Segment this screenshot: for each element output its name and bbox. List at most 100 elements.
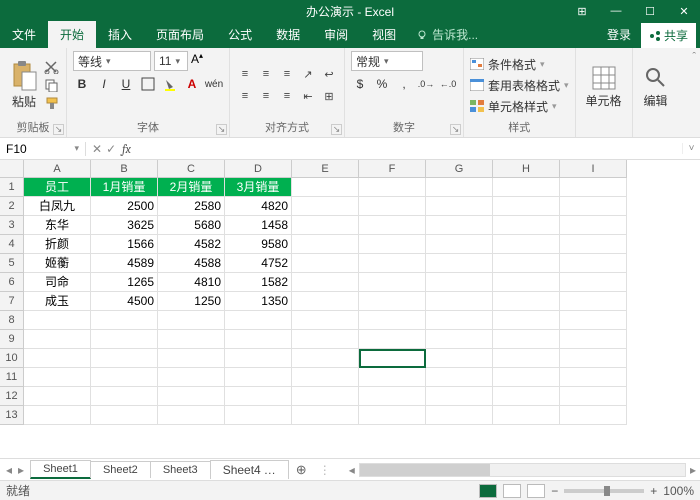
cell-C5[interactable]: 4588: [158, 254, 225, 273]
cell-G1[interactable]: [426, 178, 493, 197]
cell-B9[interactable]: [91, 330, 158, 349]
zoom-slider[interactable]: [564, 489, 644, 493]
cell-E10[interactable]: [292, 349, 359, 368]
cell-H13[interactable]: [493, 406, 560, 425]
phonetic-button[interactable]: wén: [205, 75, 223, 93]
comma-format-icon[interactable]: ,: [395, 75, 413, 93]
close-button[interactable]: ✕: [668, 0, 700, 22]
paste-button[interactable]: 粘贴: [6, 58, 42, 112]
align-middle-icon[interactable]: ≡: [257, 64, 275, 84]
login-link[interactable]: 登录: [597, 21, 641, 48]
cell-A5[interactable]: 姬蘅: [24, 254, 91, 273]
cell-B13[interactable]: [91, 406, 158, 425]
tab-data[interactable]: 数据: [264, 21, 312, 48]
row-header-12[interactable]: 12: [0, 387, 24, 406]
cell-G5[interactable]: [426, 254, 493, 273]
collapse-ribbon-button[interactable]: ˆ: [688, 48, 700, 137]
cell-G3[interactable]: [426, 216, 493, 235]
cell-C9[interactable]: [158, 330, 225, 349]
cut-icon[interactable]: [44, 60, 60, 74]
cell-I9[interactable]: [560, 330, 627, 349]
cell-F12[interactable]: [359, 387, 426, 406]
wrap-text-icon[interactable]: ↩: [320, 64, 338, 84]
merge-cells-icon[interactable]: ⊞: [320, 86, 338, 106]
cell-H8[interactable]: [493, 311, 560, 330]
cell-I13[interactable]: [560, 406, 627, 425]
zoom-out-button[interactable]: −: [551, 484, 558, 498]
cell-G4[interactable]: [426, 235, 493, 254]
col-header-F[interactable]: F: [359, 160, 426, 178]
cell-F10[interactable]: [359, 349, 426, 368]
row-header-8[interactable]: 8: [0, 311, 24, 330]
col-header-H[interactable]: H: [493, 160, 560, 178]
cell-B10[interactable]: [91, 349, 158, 368]
borders-button[interactable]: [139, 75, 157, 93]
increase-decimal-icon[interactable]: .0→: [417, 75, 435, 93]
cell-H5[interactable]: [493, 254, 560, 273]
sheet-tab-3[interactable]: Sheet3: [150, 461, 211, 478]
cell-F6[interactable]: [359, 273, 426, 292]
cell-H12[interactable]: [493, 387, 560, 406]
cell-D3[interactable]: 1458: [225, 216, 292, 235]
cell-G7[interactable]: [426, 292, 493, 311]
cell-I6[interactable]: [560, 273, 627, 292]
cell-C8[interactable]: [158, 311, 225, 330]
cell-I3[interactable]: [560, 216, 627, 235]
cell-G6[interactable]: [426, 273, 493, 292]
cell-F1[interactable]: [359, 178, 426, 197]
cell-A8[interactable]: [24, 311, 91, 330]
cell-E6[interactable]: [292, 273, 359, 292]
cell-H7[interactable]: [493, 292, 560, 311]
align-top-icon[interactable]: ≡: [236, 64, 254, 84]
sheet-tab-4[interactable]: Sheet4 …: [210, 460, 289, 479]
cells-button[interactable]: 单元格: [582, 63, 626, 111]
tab-layout[interactable]: 页面布局: [144, 21, 216, 48]
cell-B11[interactable]: [91, 368, 158, 387]
accounting-format-icon[interactable]: $: [351, 75, 369, 93]
cell-D2[interactable]: 4820: [225, 197, 292, 216]
cell-H10[interactable]: [493, 349, 560, 368]
cell-G2[interactable]: [426, 197, 493, 216]
row-header-2[interactable]: 2: [0, 197, 24, 216]
view-page-break-button[interactable]: [527, 484, 545, 498]
cell-E3[interactable]: [292, 216, 359, 235]
align-center-icon[interactable]: ≡: [257, 86, 275, 106]
cell-G13[interactable]: [426, 406, 493, 425]
bold-button[interactable]: B: [73, 75, 91, 93]
cell-I2[interactable]: [560, 197, 627, 216]
cell-E8[interactable]: [292, 311, 359, 330]
cell-H9[interactable]: [493, 330, 560, 349]
cell-styles-button[interactable]: 单元格样式▾: [470, 96, 569, 116]
cell-A1[interactable]: 员工: [24, 178, 91, 197]
conditional-format-button[interactable]: 条件格式▾: [470, 54, 569, 74]
cell-G11[interactable]: [426, 368, 493, 387]
cell-E7[interactable]: [292, 292, 359, 311]
cell-A13[interactable]: [24, 406, 91, 425]
fill-color-button[interactable]: [161, 75, 179, 93]
row-header-13[interactable]: 13: [0, 406, 24, 425]
cell-G8[interactable]: [426, 311, 493, 330]
cell-C11[interactable]: [158, 368, 225, 387]
maximize-button[interactable]: ☐: [634, 0, 666, 22]
sheet-nav-prev[interactable]: ◂: [6, 463, 12, 477]
italic-button[interactable]: I: [95, 75, 113, 93]
cell-B8[interactable]: [91, 311, 158, 330]
cell-C3[interactable]: 5680: [158, 216, 225, 235]
cell-H2[interactable]: [493, 197, 560, 216]
cell-I8[interactable]: [560, 311, 627, 330]
cell-C10[interactable]: [158, 349, 225, 368]
cell-C13[interactable]: [158, 406, 225, 425]
col-header-D[interactable]: D: [225, 160, 292, 178]
tell-me[interactable]: 告诉我...: [408, 21, 486, 48]
minimize-button[interactable]: —: [600, 0, 632, 22]
col-header-A[interactable]: A: [24, 160, 91, 178]
font-color-button[interactable]: A: [183, 75, 201, 93]
cell-D1[interactable]: 3月销量: [225, 178, 292, 197]
cell-A12[interactable]: [24, 387, 91, 406]
cell-I7[interactable]: [560, 292, 627, 311]
align-right-icon[interactable]: ≡: [278, 86, 296, 106]
cell-D5[interactable]: 4752: [225, 254, 292, 273]
increase-font-icon[interactable]: A▴: [191, 51, 203, 71]
align-launcher[interactable]: ↘: [331, 124, 342, 135]
view-page-layout-button[interactable]: [503, 484, 521, 498]
